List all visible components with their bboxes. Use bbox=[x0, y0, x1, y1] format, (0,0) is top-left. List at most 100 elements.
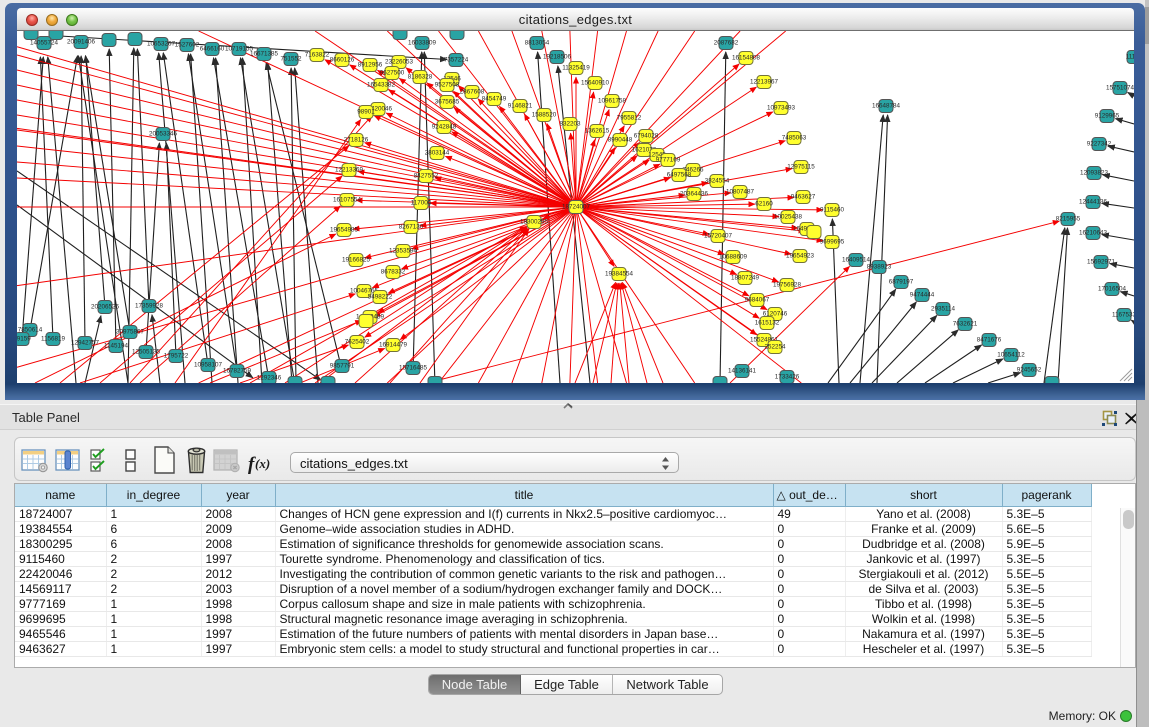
svg-text:8454749: 8454749 bbox=[482, 96, 507, 103]
svg-text:10958107: 10958107 bbox=[194, 362, 223, 369]
svg-text:8990448: 8990448 bbox=[608, 137, 633, 144]
svg-text:9699695: 9699695 bbox=[820, 239, 845, 246]
svg-text:6466160: 6466160 bbox=[200, 46, 225, 53]
svg-text:11325419: 11325419 bbox=[562, 65, 590, 72]
svg-text:1362615: 1362615 bbox=[585, 128, 610, 135]
svg-text:252254: 252254 bbox=[764, 344, 786, 351]
svg-text:1292346: 1292346 bbox=[257, 375, 282, 382]
svg-text:7357224: 7357224 bbox=[444, 57, 469, 64]
svg-text:2087682: 2087682 bbox=[714, 40, 739, 47]
svg-text:10025438: 10025438 bbox=[774, 214, 803, 221]
svg-text:20206526: 20206526 bbox=[91, 304, 120, 311]
svg-text:9227342: 9227342 bbox=[1087, 141, 1112, 148]
svg-text:9129965: 9129965 bbox=[1095, 113, 1120, 120]
svg-text:19384554: 19384554 bbox=[605, 271, 634, 278]
svg-text:9463627: 9463627 bbox=[791, 194, 816, 201]
svg-text:1615132: 1615132 bbox=[755, 320, 780, 327]
svg-text:18807249: 18807249 bbox=[731, 275, 760, 282]
svg-text:19166825: 19166825 bbox=[342, 257, 371, 264]
svg-text:9684067: 9684067 bbox=[745, 297, 770, 304]
svg-text:751552: 751552 bbox=[280, 56, 302, 63]
svg-text:15720407: 15720407 bbox=[704, 233, 733, 240]
svg-text:12505135: 12505135 bbox=[132, 349, 161, 356]
svg-text:8660126: 8660126 bbox=[330, 57, 355, 64]
svg-text:6879197: 6879197 bbox=[889, 279, 914, 286]
svg-text:8186328: 8186328 bbox=[408, 74, 433, 81]
svg-text:19218506: 19218506 bbox=[543, 54, 572, 61]
svg-text:1145194: 1145194 bbox=[104, 343, 129, 350]
svg-text:10653267: 10653267 bbox=[147, 41, 176, 48]
svg-text:30975867: 30975867 bbox=[116, 329, 145, 336]
svg-text:16648784: 16648784 bbox=[872, 103, 901, 110]
svg-text:1167533: 1167533 bbox=[1112, 312, 1134, 319]
svg-text:9115460: 9115460 bbox=[820, 207, 845, 214]
svg-text:1733426: 1733426 bbox=[775, 374, 800, 381]
svg-text:2867608: 2867608 bbox=[460, 89, 485, 96]
svg-text:8678332: 8678332 bbox=[381, 269, 406, 276]
svg-text:16107554: 16107554 bbox=[333, 197, 362, 204]
svg-text:10973493: 10973493 bbox=[767, 105, 796, 112]
svg-text:20053346: 20053346 bbox=[149, 131, 178, 138]
svg-text:12213369: 12213369 bbox=[335, 167, 364, 174]
svg-text:14136141: 14136141 bbox=[728, 368, 757, 375]
svg-text:8471676: 8471676 bbox=[977, 337, 1002, 344]
svg-text:12942757: 12942757 bbox=[71, 340, 100, 347]
svg-text:16154808: 16154808 bbox=[732, 55, 761, 62]
svg-text:10961758: 10961758 bbox=[598, 98, 627, 105]
svg-text:10688609: 10688609 bbox=[719, 254, 748, 261]
svg-text:12213967: 12213967 bbox=[750, 79, 779, 86]
svg-text:7955812: 7955812 bbox=[617, 115, 642, 122]
svg-text:1156819: 1156819 bbox=[41, 336, 66, 343]
svg-text:18724007: 18724007 bbox=[562, 204, 591, 211]
svg-text:15692971: 15692971 bbox=[1087, 259, 1116, 266]
svg-text:16543382: 16543382 bbox=[367, 82, 396, 89]
svg-text:11172: 11172 bbox=[1126, 54, 1134, 61]
svg-text:16210643: 16210643 bbox=[1079, 230, 1108, 237]
svg-text:98901: 98901 bbox=[357, 109, 375, 116]
svg-text:(x): (x) bbox=[255, 456, 270, 471]
svg-text:9146821: 9146821 bbox=[508, 103, 533, 110]
svg-text:14055724: 14055724 bbox=[30, 40, 59, 47]
svg-text:1588520: 1588520 bbox=[532, 112, 557, 119]
svg-text:9777169: 9777169 bbox=[656, 157, 681, 164]
svg-text:15716485: 15716485 bbox=[399, 365, 428, 372]
svg-text:12975115: 12975115 bbox=[787, 164, 815, 171]
svg-text:17016504: 17016504 bbox=[1098, 286, 1127, 293]
svg-text:10654112: 10654112 bbox=[997, 352, 1025, 359]
svg-text:12444136: 12444136 bbox=[1079, 199, 1108, 206]
svg-text:8912956: 8912956 bbox=[358, 62, 383, 69]
svg-text:15751074: 15751074 bbox=[1106, 85, 1134, 92]
svg-text:8267130: 8267130 bbox=[399, 224, 424, 231]
svg-text:16782759: 16782759 bbox=[223, 368, 252, 375]
svg-text:15640910: 15640910 bbox=[581, 80, 610, 87]
svg-text:39159: 39159 bbox=[17, 336, 31, 343]
svg-text:7485063: 7485063 bbox=[782, 135, 807, 142]
svg-text:8427552: 8427552 bbox=[414, 173, 439, 180]
svg-text:19654923: 19654923 bbox=[786, 253, 815, 260]
svg-text:5498222: 5498222 bbox=[368, 294, 393, 301]
svg-text:12093823: 12093823 bbox=[1080, 170, 1109, 177]
svg-text:62160: 62160 bbox=[755, 201, 773, 208]
svg-text:8938923: 8938923 bbox=[867, 264, 892, 271]
svg-text:16409514: 16409514 bbox=[842, 257, 871, 264]
svg-text:2803144: 2803144 bbox=[425, 150, 450, 157]
svg-text:9242848: 9242848 bbox=[432, 124, 457, 131]
svg-text:8813054: 8813054 bbox=[525, 40, 550, 47]
svg-text:20364436: 20364436 bbox=[680, 191, 709, 198]
svg-text:16671385: 16671385 bbox=[250, 51, 279, 58]
svg-text:2718126: 2718126 bbox=[344, 137, 369, 144]
svg-text:1795722: 1795722 bbox=[164, 353, 189, 360]
svg-text:10807487: 10807487 bbox=[726, 189, 755, 196]
svg-text:9245652: 9245652 bbox=[1017, 367, 1042, 374]
svg-text:7625402: 7625402 bbox=[345, 339, 370, 346]
svg-text:19756928: 19756928 bbox=[773, 282, 802, 289]
svg-text:9474444: 9474444 bbox=[910, 292, 935, 299]
svg-text:6794028: 6794028 bbox=[634, 133, 659, 140]
svg-text:16033809: 16033809 bbox=[408, 40, 437, 47]
svg-text:9857791: 9857791 bbox=[330, 363, 355, 370]
svg-text:3675685: 3675685 bbox=[435, 99, 460, 106]
svg-text:19654985: 19654985 bbox=[330, 227, 359, 234]
svg-text:20091406: 20091406 bbox=[67, 39, 96, 46]
svg-text:9627500: 9627500 bbox=[380, 70, 405, 77]
svg-text:9527508: 9527508 bbox=[435, 82, 460, 89]
